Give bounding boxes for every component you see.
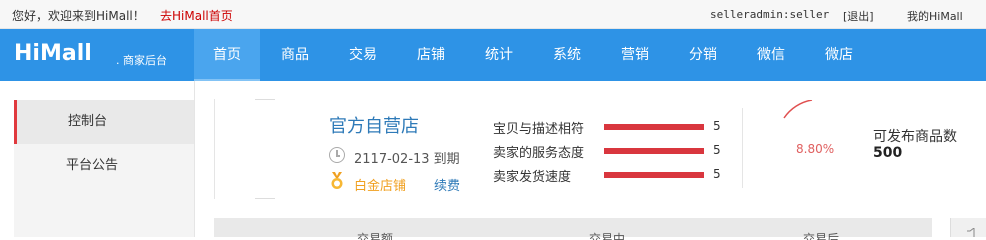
nav-shop[interactable]: 店铺 [398,29,464,81]
sidebar-item-dashboard[interactable]: 控制台 [14,100,194,144]
header-trade-amount: 交易额 [357,232,394,240]
nav-marketing[interactable]: 营销 [602,29,668,81]
sidebar: 控制台 平台公告 [14,100,194,237]
rating-label-description: 宝贝与描述相符 [493,122,585,137]
header-after-trade: 交易后 [803,232,840,240]
divider [742,108,743,188]
nav-trade[interactable]: 交易 [330,29,396,81]
go-home-link[interactable]: 去HiMall首页 [160,7,233,24]
welcome-text: 您好，欢迎来到HiMall！ [12,9,145,23]
medal-icon [331,172,343,189]
shop-level: 白金店铺 [354,179,407,194]
quota-percent: 8.80% [796,142,835,156]
rating-value-shipping: 5 [713,167,721,181]
quota-label: 可发布商品数 [873,129,957,145]
himall-logo[interactable]: HiMall [14,41,92,66]
nav-home[interactable]: 首页 [194,29,260,81]
header-in-trade: 交易中 [589,232,626,240]
sidebar-item-announcements[interactable]: 平台公告 [14,144,194,188]
shop-expire-date: 2117-02-13 到期 [354,152,460,167]
rating-value-service: 5 [713,143,721,157]
rating-label-service: 卖家的服务态度 [493,146,585,161]
top-bar: 您好，欢迎来到HiMall！ 去HiMall首页 selleradmin:sel… [0,0,986,29]
shop-logo-frame [214,99,275,199]
my-mall-link[interactable]: 我的HiMall [907,8,963,24]
rating-value-description: 5 [713,119,721,133]
divider [194,81,195,237]
nav-system[interactable]: 系统 [534,29,600,81]
rating-label-shipping: 卖家发货速度 [493,170,572,185]
clock-icon [329,147,345,163]
rating-bar-service [604,148,704,154]
username-text: selleradmin:seller [710,8,830,21]
logout-link[interactable]: [退出] [843,8,874,24]
nav-micro-shop[interactable]: 微店 [806,29,872,81]
nav-products[interactable]: 商品 [262,29,328,81]
speaker-icon [967,228,975,237]
stats-table-header: 交易额 交易中 交易后 [214,218,932,240]
nav-distribution[interactable]: 分销 [670,29,736,81]
shop-name[interactable]: 官方自营店 [329,112,419,138]
rating-bar-shipping [604,172,704,178]
seller-backend-label: . 商家后台 [116,54,167,67]
quota-value: 500 [873,145,903,161]
nav-wechat[interactable]: 微信 [738,29,804,81]
rating-bar-description [604,124,704,130]
nav-statistics[interactable]: 统计 [466,29,532,81]
renew-link[interactable]: 续费 [434,175,460,194]
main-nav: HiMall . 商家后台 首页 商品 交易 店铺 统计 系统 营销 分销 微信… [0,29,986,81]
